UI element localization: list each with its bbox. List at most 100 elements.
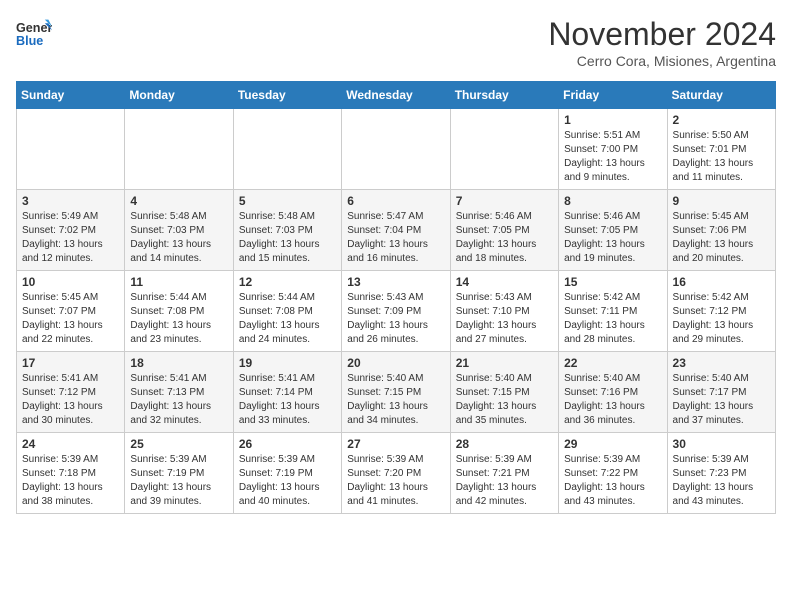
week-row-4: 24 Sunrise: 5:39 AM Sunset: 7:18 PM Dayli… bbox=[17, 433, 776, 514]
day-number: 10 bbox=[22, 275, 119, 289]
day-number: 18 bbox=[130, 356, 227, 370]
day-info: Sunrise: 5:40 AM Sunset: 7:15 PM Dayligh… bbox=[347, 372, 444, 428]
day-number: 9 bbox=[673, 194, 770, 208]
calendar-cell: 13 Sunrise: 5:43 AM Sunset: 7:09 PM Dayli… bbox=[342, 271, 450, 352]
day-info: Sunrise: 5:40 AM Sunset: 7:15 PM Dayligh… bbox=[456, 372, 553, 428]
day-number: 7 bbox=[456, 194, 553, 208]
day-info: Sunrise: 5:39 AM Sunset: 7:18 PM Dayligh… bbox=[22, 453, 119, 509]
day-info: Sunrise: 5:39 AM Sunset: 7:19 PM Dayligh… bbox=[130, 453, 227, 509]
calendar-cell: 15 Sunrise: 5:42 AM Sunset: 7:11 PM Dayli… bbox=[559, 271, 667, 352]
day-info: Sunrise: 5:43 AM Sunset: 7:10 PM Dayligh… bbox=[456, 291, 553, 347]
day-number: 1 bbox=[564, 113, 661, 127]
calendar-cell: 2 Sunrise: 5:50 AM Sunset: 7:01 PM Daylig… bbox=[667, 109, 775, 190]
day-number: 12 bbox=[239, 275, 336, 289]
day-number: 24 bbox=[22, 437, 119, 451]
day-info: Sunrise: 5:42 AM Sunset: 7:11 PM Dayligh… bbox=[564, 291, 661, 347]
weekday-header-saturday: Saturday bbox=[667, 82, 775, 109]
calendar-cell: 23 Sunrise: 5:40 AM Sunset: 7:17 PM Dayli… bbox=[667, 352, 775, 433]
weekday-header-row: SundayMondayTuesdayWednesdayThursdayFrid… bbox=[17, 82, 776, 109]
day-info: Sunrise: 5:45 AM Sunset: 7:06 PM Dayligh… bbox=[673, 210, 770, 266]
day-number: 20 bbox=[347, 356, 444, 370]
calendar-cell: 4 Sunrise: 5:48 AM Sunset: 7:03 PM Daylig… bbox=[125, 190, 233, 271]
day-info: Sunrise: 5:41 AM Sunset: 7:12 PM Dayligh… bbox=[22, 372, 119, 428]
page-header: General Blue November 2024 Cerro Cora, M… bbox=[16, 16, 776, 69]
day-info: Sunrise: 5:39 AM Sunset: 7:22 PM Dayligh… bbox=[564, 453, 661, 509]
day-number: 13 bbox=[347, 275, 444, 289]
calendar-cell: 22Sunrise: 5:40 AM Sunset: 7:16 PM Dayli… bbox=[559, 352, 667, 433]
day-number: 8 bbox=[564, 194, 661, 208]
calendar-cell: 18 Sunrise: 5:41 AM Sunset: 7:13 PM Dayli… bbox=[125, 352, 233, 433]
day-info: Sunrise: 5:43 AM Sunset: 7:09 PM Dayligh… bbox=[347, 291, 444, 347]
day-number: 14 bbox=[456, 275, 553, 289]
day-number: 16 bbox=[673, 275, 770, 289]
location: Cerro Cora, Misiones, Argentina bbox=[548, 53, 776, 69]
calendar-cell: 10 Sunrise: 5:45 AM Sunset: 7:07 PM Dayli… bbox=[17, 271, 125, 352]
calendar-cell: 25 Sunrise: 5:39 AM Sunset: 7:19 PM Dayli… bbox=[125, 433, 233, 514]
day-number: 4 bbox=[130, 194, 227, 208]
day-info: Sunrise: 5:45 AM Sunset: 7:07 PM Dayligh… bbox=[22, 291, 119, 347]
calendar-cell: 16 Sunrise: 5:42 AM Sunset: 7:12 PM Dayli… bbox=[667, 271, 775, 352]
day-number: 27 bbox=[347, 437, 444, 451]
day-info: Sunrise: 5:50 AM Sunset: 7:01 PM Dayligh… bbox=[673, 129, 770, 185]
day-number: 30 bbox=[673, 437, 770, 451]
calendar-cell: 20 Sunrise: 5:40 AM Sunset: 7:15 PM Dayli… bbox=[342, 352, 450, 433]
calendar-cell: 11Sunrise: 5:44 AM Sunset: 7:08 PM Dayli… bbox=[125, 271, 233, 352]
weekday-header-wednesday: Wednesday bbox=[342, 82, 450, 109]
calendar-cell bbox=[17, 109, 125, 190]
day-number: 19 bbox=[239, 356, 336, 370]
day-info: Sunrise: 5:48 AM Sunset: 7:03 PM Dayligh… bbox=[239, 210, 336, 266]
day-number: 26 bbox=[239, 437, 336, 451]
day-info: Sunrise: 5:39 AM Sunset: 7:19 PM Dayligh… bbox=[239, 453, 336, 509]
calendar-cell: 27 Sunrise: 5:39 AM Sunset: 7:20 PM Dayli… bbox=[342, 433, 450, 514]
day-info: Sunrise: 5:47 AM Sunset: 7:04 PM Dayligh… bbox=[347, 210, 444, 266]
day-number: 21 bbox=[456, 356, 553, 370]
day-info: Sunrise: 5:42 AM Sunset: 7:12 PM Dayligh… bbox=[673, 291, 770, 347]
week-row-0: 1Sunrise: 5:51 AM Sunset: 7:00 PM Daylig… bbox=[17, 109, 776, 190]
calendar-cell: 9 Sunrise: 5:45 AM Sunset: 7:06 PM Daylig… bbox=[667, 190, 775, 271]
calendar-cell bbox=[450, 109, 558, 190]
calendar-cell: 30 Sunrise: 5:39 AM Sunset: 7:23 PM Dayli… bbox=[667, 433, 775, 514]
day-number: 25 bbox=[130, 437, 227, 451]
week-row-1: 3Sunrise: 5:49 AM Sunset: 7:02 PM Daylig… bbox=[17, 190, 776, 271]
weekday-header-thursday: Thursday bbox=[450, 82, 558, 109]
calendar-cell: 29 Sunrise: 5:39 AM Sunset: 7:22 PM Dayli… bbox=[559, 433, 667, 514]
calendar-cell: 3Sunrise: 5:49 AM Sunset: 7:02 PM Daylig… bbox=[17, 190, 125, 271]
calendar-cell: 28 Sunrise: 5:39 AM Sunset: 7:21 PM Dayli… bbox=[450, 433, 558, 514]
day-info: Sunrise: 5:49 AM Sunset: 7:02 PM Dayligh… bbox=[22, 210, 119, 266]
weekday-header-tuesday: Tuesday bbox=[233, 82, 341, 109]
day-number: 17 bbox=[22, 356, 119, 370]
day-number: 2 bbox=[673, 113, 770, 127]
week-row-3: 17 Sunrise: 5:41 AM Sunset: 7:12 PM Dayli… bbox=[17, 352, 776, 433]
svg-text:Blue: Blue bbox=[16, 34, 43, 48]
calendar-cell: 7 Sunrise: 5:46 AM Sunset: 7:05 PM Daylig… bbox=[450, 190, 558, 271]
weekday-header-friday: Friday bbox=[559, 82, 667, 109]
month-title: November 2024 bbox=[548, 16, 776, 53]
calendar-cell bbox=[233, 109, 341, 190]
week-row-2: 10 Sunrise: 5:45 AM Sunset: 7:07 PM Dayli… bbox=[17, 271, 776, 352]
calendar-cell: 8 Sunrise: 5:46 AM Sunset: 7:05 PM Daylig… bbox=[559, 190, 667, 271]
day-info: Sunrise: 5:41 AM Sunset: 7:13 PM Dayligh… bbox=[130, 372, 227, 428]
day-number: 6 bbox=[347, 194, 444, 208]
day-info: Sunrise: 5:39 AM Sunset: 7:21 PM Dayligh… bbox=[456, 453, 553, 509]
title-block: November 2024 Cerro Cora, Misiones, Arge… bbox=[548, 16, 776, 69]
day-info: Sunrise: 5:41 AM Sunset: 7:14 PM Dayligh… bbox=[239, 372, 336, 428]
day-info: Sunrise: 5:40 AM Sunset: 7:17 PM Dayligh… bbox=[673, 372, 770, 428]
day-info: Sunrise: 5:44 AM Sunset: 7:08 PM Dayligh… bbox=[130, 291, 227, 347]
calendar-cell: 12 Sunrise: 5:44 AM Sunset: 7:08 PM Dayli… bbox=[233, 271, 341, 352]
day-number: 29 bbox=[564, 437, 661, 451]
day-info: Sunrise: 5:39 AM Sunset: 7:23 PM Dayligh… bbox=[673, 453, 770, 509]
day-info: Sunrise: 5:48 AM Sunset: 7:03 PM Dayligh… bbox=[130, 210, 227, 266]
day-info: Sunrise: 5:46 AM Sunset: 7:05 PM Dayligh… bbox=[564, 210, 661, 266]
calendar-cell: 14 Sunrise: 5:43 AM Sunset: 7:10 PM Dayli… bbox=[450, 271, 558, 352]
day-info: Sunrise: 5:46 AM Sunset: 7:05 PM Dayligh… bbox=[456, 210, 553, 266]
day-number: 15 bbox=[564, 275, 661, 289]
calendar-cell: 17 Sunrise: 5:41 AM Sunset: 7:12 PM Dayli… bbox=[17, 352, 125, 433]
day-info: Sunrise: 5:44 AM Sunset: 7:08 PM Dayligh… bbox=[239, 291, 336, 347]
calendar-cell: 5Sunrise: 5:48 AM Sunset: 7:03 PM Daylig… bbox=[233, 190, 341, 271]
logo: General Blue bbox=[16, 16, 52, 52]
day-number: 23 bbox=[673, 356, 770, 370]
calendar-table: SundayMondayTuesdayWednesdayThursdayFrid… bbox=[16, 81, 776, 514]
day-info: Sunrise: 5:40 AM Sunset: 7:16 PM Dayligh… bbox=[564, 372, 661, 428]
day-info: Sunrise: 5:39 AM Sunset: 7:20 PM Dayligh… bbox=[347, 453, 444, 509]
day-number: 28 bbox=[456, 437, 553, 451]
